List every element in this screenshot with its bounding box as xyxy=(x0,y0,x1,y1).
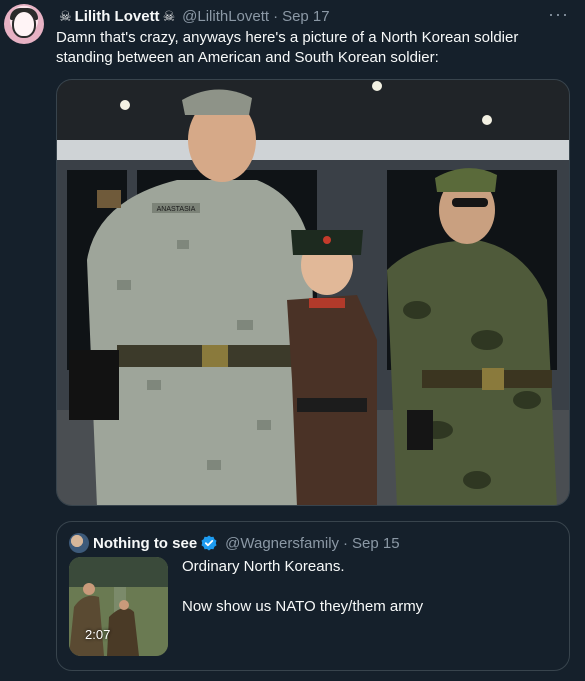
video-duration: 2:07 xyxy=(85,627,111,642)
more-options-icon[interactable]: ··· xyxy=(548,4,569,25)
quoted-tweet-header: Nothing to see @Wagnersfamily · Sep 15 xyxy=(93,533,400,553)
author-avatar[interactable] xyxy=(4,4,44,44)
skull-crossbones-icon: ☠ xyxy=(162,7,176,24)
verified-badge-icon xyxy=(201,535,217,551)
quoted-author-avatar[interactable] xyxy=(69,533,89,553)
quoted-video-thumbnail[interactable]: 2:07 xyxy=(69,557,168,656)
skull-crossbones-icon: ☠ xyxy=(59,7,72,24)
avatar-face xyxy=(12,10,36,38)
quoted-display-name[interactable]: Nothing to see xyxy=(93,535,197,552)
soldiers-photo: ANASTASIA xyxy=(57,80,569,505)
tweet-date[interactable]: Sep 17 xyxy=(282,8,330,25)
author-handle[interactable]: @LilithLovett xyxy=(182,8,269,25)
quoted-separator: · xyxy=(343,534,349,552)
tweet-text: Damn that's crazy, anyways here's a pict… xyxy=(56,29,519,66)
author-display-name[interactable]: Lilith Lovett xyxy=(75,8,160,25)
quoted-handle[interactable]: @Wagnersfamily xyxy=(225,535,339,552)
tweet[interactable]: ☠ Lilith Lovett ☠ @LilithLovett · Sep 17… xyxy=(0,0,585,681)
tweet-header: ☠ Lilith Lovett ☠ @LilithLovett · Sep 17 xyxy=(56,6,330,26)
header-separator: · xyxy=(273,7,279,25)
quoted-tweet-text: Ordinary North Koreans. Now show us NATO… xyxy=(182,558,424,615)
quoted-date[interactable]: Sep 15 xyxy=(352,535,400,552)
quoted-tweet[interactable]: Nothing to see @Wagnersfamily · Sep 15 2… xyxy=(56,521,570,671)
tweet-photo[interactable]: ANASTASIA xyxy=(56,79,570,506)
uniform-name-tape: ANASTASIA xyxy=(157,206,196,213)
